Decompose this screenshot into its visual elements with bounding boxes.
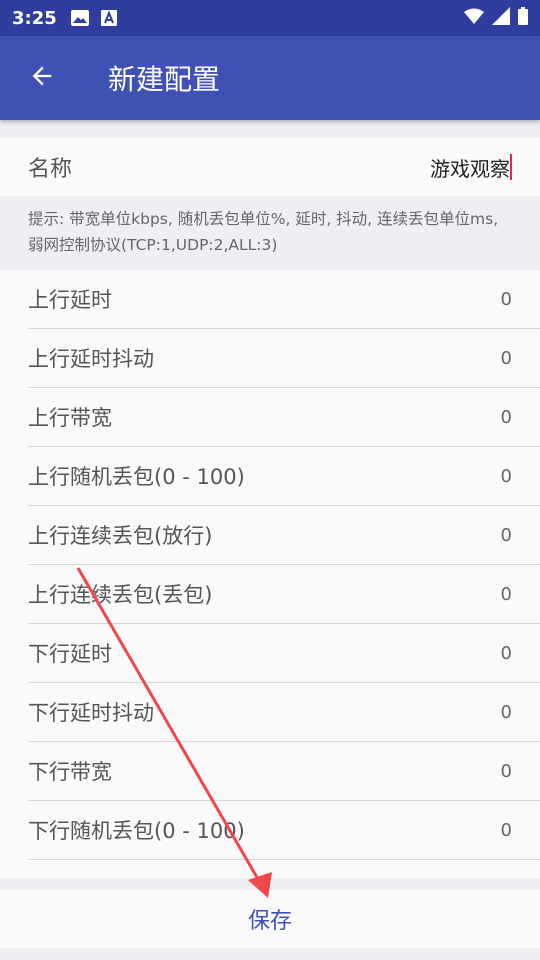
arrow-left-icon	[28, 62, 56, 94]
param-value[interactable]: 0	[501, 466, 512, 487]
param-row[interactable]: 上行延时 0	[28, 270, 540, 329]
param-label: 上行延时	[28, 288, 112, 312]
param-label: 下行随机丢包(0 - 100)	[28, 819, 245, 843]
param-label: 上行随机丢包(0 - 100)	[28, 465, 245, 489]
param-value[interactable]: 0	[501, 761, 512, 782]
param-row[interactable]: 下行延时抖动 0	[28, 683, 540, 742]
config-form: 名称 提示: 带宽单位kbps, 随机丢包单位%, 延时, 抖动, 连续丢包单位…	[0, 138, 540, 878]
name-label: 名称	[28, 157, 73, 182]
divider-strip	[0, 878, 540, 890]
back-button[interactable]	[0, 36, 84, 120]
param-row[interactable]: 上行带宽 0	[28, 388, 540, 447]
param-value[interactable]: 0	[501, 584, 512, 605]
image-icon	[70, 10, 89, 26]
status-time: 3:25	[12, 7, 57, 29]
status-bar: 3:25	[0, 0, 540, 36]
param-label: 上行连续丢包(丢包)	[28, 583, 213, 607]
bottom-edge	[0, 948, 540, 960]
param-row[interactable]: 上行随机丢包(0 - 100) 0	[28, 447, 540, 506]
param-value[interactable]: 0	[501, 702, 512, 723]
page-title: 新建配置	[108, 63, 221, 96]
param-label: 下行带宽	[28, 760, 112, 784]
param-row[interactable]: 上行连续丢包(放行) 0	[28, 506, 540, 565]
param-label: 下行延时	[28, 642, 112, 666]
param-list: 上行延时 0 上行延时抖动 0 上行带宽 0 上行随机丢包(0 - 100) 0 上行连续丢包(…	[0, 270, 540, 860]
param-label: 上行带宽	[28, 406, 112, 430]
param-row[interactable]: 上行延时抖动 0	[28, 329, 540, 388]
param-value[interactable]: 0	[501, 407, 512, 428]
param-value[interactable]: 0	[501, 820, 512, 841]
param-row[interactable]: 下行延时 0	[28, 624, 540, 683]
param-label: 下行延时抖动	[28, 701, 154, 725]
param-row[interactable]: 下行带宽 0	[28, 742, 540, 801]
name-row: 名称	[0, 138, 540, 196]
battery-icon	[518, 7, 528, 29]
param-row[interactable]: 下行随机丢包(0 - 100) 0	[28, 801, 540, 860]
param-label: 上行延时抖动	[28, 347, 154, 371]
name-field[interactable]	[228, 154, 512, 180]
param-label: 上行连续丢包(放行)	[28, 524, 213, 548]
param-row[interactable]: 上行连续丢包(丢包) 0	[28, 565, 540, 624]
app-bar: 新建配置	[0, 36, 540, 120]
param-value[interactable]: 0	[501, 348, 512, 369]
param-value[interactable]: 0	[501, 289, 512, 310]
wifi-icon	[464, 8, 484, 28]
save-button[interactable]: 保存	[0, 890, 540, 948]
hint-text: 提示: 带宽单位kbps, 随机丢包单位%, 延时, 抖动, 连续丢包单位ms,…	[0, 196, 540, 270]
signal-icon	[492, 7, 510, 29]
a-notification-icon	[100, 10, 117, 26]
param-value[interactable]: 0	[501, 643, 512, 664]
param-value[interactable]: 0	[501, 525, 512, 546]
